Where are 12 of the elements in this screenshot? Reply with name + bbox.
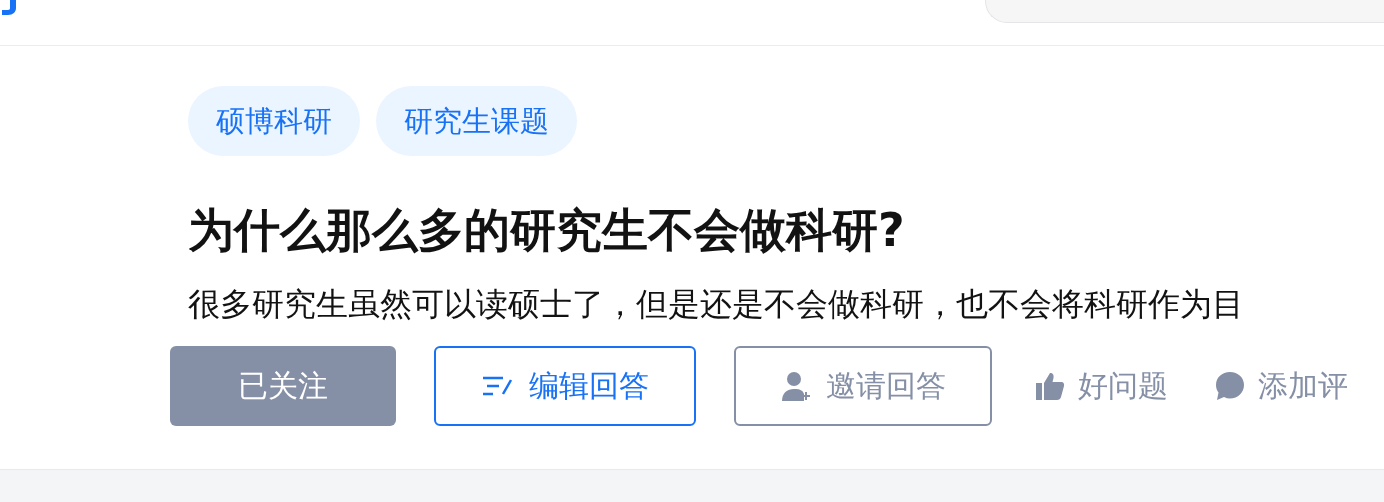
topic-tag[interactable]: 硕博科研 — [188, 86, 360, 156]
speech-bubble-icon — [1214, 370, 1246, 402]
topic-tag[interactable]: 研究生课题 — [376, 86, 577, 156]
follow-button[interactable]: 已关注 — [170, 346, 396, 426]
question-excerpt: 很多研究生虽然可以读硕士了，但是还是不会做科研，也不会将科研作为目 — [188, 284, 1245, 325]
invite-answer-button[interactable]: 邀请回答 — [734, 346, 992, 426]
edit-answer-button[interactable]: 编辑回答 — [434, 346, 696, 426]
question-title: 为什么那么多的研究生不会做科研? — [188, 202, 906, 259]
search-field[interactable] — [985, 0, 1384, 23]
add-comment-button[interactable]: 添加评 — [1210, 346, 1352, 426]
thumbs-up-icon — [1034, 370, 1066, 402]
good-question-button[interactable]: 好问题 — [1030, 346, 1172, 426]
